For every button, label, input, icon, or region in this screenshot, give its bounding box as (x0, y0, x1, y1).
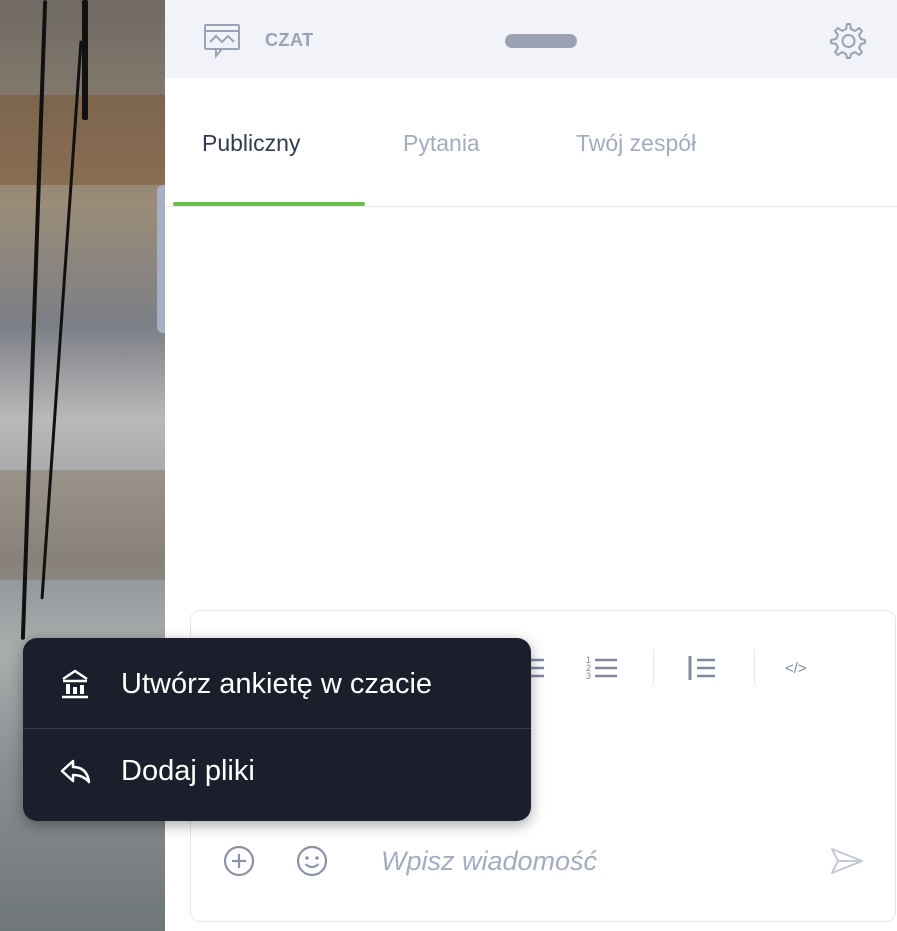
tab-pytania[interactable]: Pytania (403, 130, 480, 157)
svg-text:3: 3 (586, 671, 591, 681)
chat-title: CZAT (265, 30, 314, 50)
reply-icon (60, 759, 91, 784)
menu-item-label: Dodaj pliki (121, 755, 255, 787)
menu-item-add-files[interactable]: Dodaj pliki (23, 729, 531, 819)
active-tab-indicator (173, 202, 365, 206)
menu-item-label: Utwórz ankietę w czacie (121, 668, 433, 700)
tab-twoj-zespol[interactable]: Twój zespół (576, 130, 696, 157)
gear-icon[interactable] (827, 20, 867, 60)
drag-handle[interactable] (505, 34, 577, 48)
menu-item-create-poll[interactable]: Utwórz ankietę w czacie (23, 638, 531, 728)
message-input[interactable] (379, 840, 763, 882)
chat-window-icon (204, 24, 240, 59)
poll-icon (62, 669, 88, 699)
toolbar-separator (754, 649, 755, 685)
numbered-list-icon[interactable]: 1 2 3 (585, 651, 619, 685)
code-icon[interactable]: </> (783, 651, 817, 685)
send-icon[interactable] (827, 841, 867, 881)
toolbar-separator (653, 649, 654, 685)
blockquote-icon[interactable] (685, 651, 719, 685)
smiley-icon[interactable] (294, 843, 330, 879)
plus-circle-icon[interactable] (221, 843, 257, 879)
svg-text:</>: </> (785, 660, 807, 677)
tab-publiczny[interactable]: Publiczny (202, 130, 300, 157)
attachment-menu: Utwórz ankietę w czacie Dodaj pliki (23, 638, 531, 821)
chat-header: CZAT (165, 0, 897, 78)
background-mic-stand (82, 0, 88, 120)
chat-tabs: Publiczny Pytania Twój zespół (165, 78, 897, 207)
